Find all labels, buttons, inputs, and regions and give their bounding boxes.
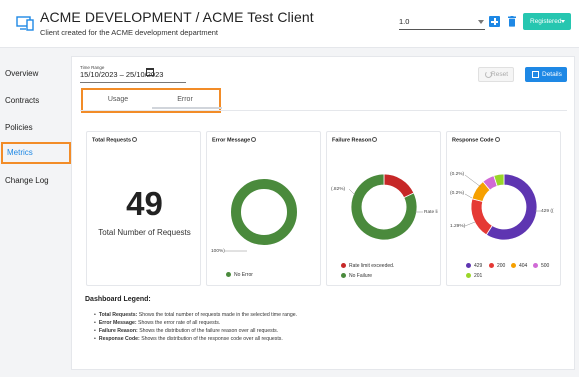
donut-slice-200[interactable] bbox=[470, 198, 493, 236]
legend-text: Shows the error rate of all requests. bbox=[136, 320, 221, 326]
version-value: 1.0 bbox=[399, 17, 410, 26]
trash-icon[interactable] bbox=[508, 16, 516, 27]
page-header: ACME DEVELOPMENT / ACME Test Client Clie… bbox=[0, 0, 579, 48]
chart-slice-label: 100%) bbox=[211, 249, 225, 254]
status-label: Registered bbox=[530, 18, 562, 25]
legend-item-no-error: No Error bbox=[226, 272, 253, 278]
label-leader-line bbox=[464, 221, 476, 227]
label-leader-line bbox=[464, 193, 473, 199]
failure-reason-card: Failure Reason (.82%) Rate li Rate limit… bbox=[326, 131, 441, 286]
legend-item-200: 200 bbox=[489, 263, 505, 269]
status-dropdown-button[interactable]: Registered bbox=[523, 13, 571, 30]
calendar-icon[interactable] bbox=[146, 68, 154, 76]
legend-term: Error Message: bbox=[98, 320, 137, 326]
legend-item-404: 404 bbox=[511, 263, 527, 269]
legend-term: Total Requests: bbox=[98, 312, 138, 318]
open-external-icon bbox=[532, 71, 539, 78]
page-title: ACME DEVELOPMENT / ACME Test Client bbox=[40, 9, 314, 25]
tabs-divider bbox=[80, 110, 567, 111]
total-requests-caption: Total Number of Requests bbox=[98, 228, 191, 237]
donut-slice-no-error[interactable] bbox=[231, 179, 297, 245]
legend-dot bbox=[226, 272, 231, 277]
dashboard-legend-title: Dashboard Legend: bbox=[85, 296, 151, 303]
sidebar-item-overview[interactable]: Overview bbox=[5, 66, 38, 81]
legend-dot bbox=[511, 263, 516, 268]
legend-dot bbox=[341, 273, 346, 278]
legend-dot bbox=[466, 273, 471, 278]
reset-icon bbox=[485, 71, 492, 78]
list-item: Response Code: Shows the distribution of… bbox=[94, 336, 297, 342]
sidebar-item-contracts[interactable]: Contracts bbox=[5, 93, 39, 108]
chart-slice-label: 1.29%) bbox=[450, 224, 466, 229]
error-message-card: Error Message 100%) No Error bbox=[206, 131, 321, 286]
legend-item-rate-limit: Rate limit exceeded. bbox=[341, 263, 394, 269]
total-requests-card: Total Requests 49 Total Number of Reques… bbox=[86, 131, 201, 286]
chart-slice-label: (.82%) bbox=[331, 187, 346, 192]
chart-slice-label: Rate li bbox=[424, 210, 438, 215]
add-version-button[interactable] bbox=[489, 16, 500, 27]
legend-text: Shows the distribution of the response c… bbox=[139, 336, 283, 342]
tab-underline bbox=[152, 107, 222, 109]
legend-label: No Failure bbox=[349, 273, 373, 279]
label-leader-line bbox=[464, 174, 482, 188]
version-select[interactable]: 1.0 bbox=[399, 16, 485, 30]
sidebar-item-policies[interactable]: Policies bbox=[5, 120, 33, 135]
legend-label: 200 bbox=[497, 263, 506, 269]
chart-slice-label: (0.2%) bbox=[450, 172, 465, 177]
error-message-donut-chart bbox=[225, 179, 297, 252]
legend-dot bbox=[489, 263, 494, 268]
donut-slice-rate-limit-exceeded[interactable] bbox=[383, 173, 415, 199]
legend-label: 404 bbox=[519, 263, 528, 269]
time-range-underline bbox=[80, 82, 186, 83]
legend-item-500: 500 bbox=[533, 263, 549, 269]
sidebar: Overview Contracts Policies Metrics Chan… bbox=[0, 49, 71, 377]
legend-dot bbox=[466, 263, 471, 268]
legend-item-201: 201 bbox=[466, 273, 482, 279]
metrics-panel: Time Range 15/10/2023 – 25/10/2023 Reset… bbox=[71, 56, 575, 370]
list-item: Failure Reason: Shows the distribution o… bbox=[94, 328, 297, 334]
details-label: Details bbox=[542, 71, 562, 78]
client-app-icon bbox=[16, 16, 34, 31]
reset-label: Reset bbox=[491, 71, 508, 78]
legend-label: Rate limit exceeded. bbox=[349, 263, 395, 269]
response-code-card: Response Code (0.2%) (0.2%) 1.29%) 429 (… bbox=[446, 131, 561, 286]
legend-term: Failure Reason: bbox=[98, 328, 138, 334]
legend-term: Response Code: bbox=[98, 336, 140, 342]
legend-item-429: 429 bbox=[466, 263, 482, 269]
sidebar-item-change-log[interactable]: Change Log bbox=[5, 173, 49, 188]
card-title: Total Requests bbox=[92, 137, 138, 144]
card-title-text: Total Requests bbox=[92, 137, 132, 144]
legend-item-no-failure: No Failure bbox=[341, 273, 372, 279]
sidebar-item-metrics[interactable]: Metrics bbox=[1, 142, 71, 164]
chevron-down-icon bbox=[561, 20, 565, 23]
total-requests-value: 49 bbox=[126, 185, 163, 222]
chart-slice-label: 429 (( bbox=[541, 209, 554, 214]
legend-label: 201 bbox=[474, 273, 483, 279]
legend-label: 500 bbox=[541, 263, 550, 269]
legend-text: Shows the total number of requests made … bbox=[137, 312, 298, 318]
chevron-down-icon bbox=[478, 20, 484, 24]
legend-dot bbox=[341, 263, 346, 268]
legend-text: Shows the distribution of the failure re… bbox=[137, 328, 279, 334]
dashboard-legend-list: Total Requests: Shows the total number o… bbox=[94, 312, 297, 344]
chart-slice-label: (0.2%) bbox=[450, 191, 465, 196]
info-icon[interactable] bbox=[132, 137, 138, 142]
list-item: Total Requests: Shows the total number o… bbox=[94, 312, 297, 318]
legend-dot bbox=[533, 263, 538, 268]
legend-label: No Error bbox=[234, 272, 253, 278]
details-button[interactable]: Details bbox=[525, 67, 567, 82]
tab-usage[interactable]: Usage bbox=[88, 96, 148, 103]
list-item: Error Message: Shows the error rate of a… bbox=[94, 320, 297, 326]
legend-label: 429 bbox=[474, 263, 483, 269]
reset-button[interactable]: Reset bbox=[478, 67, 514, 82]
tab-error[interactable]: Error bbox=[155, 96, 215, 103]
page-subtitle: Client created for the ACME development … bbox=[40, 28, 219, 37]
